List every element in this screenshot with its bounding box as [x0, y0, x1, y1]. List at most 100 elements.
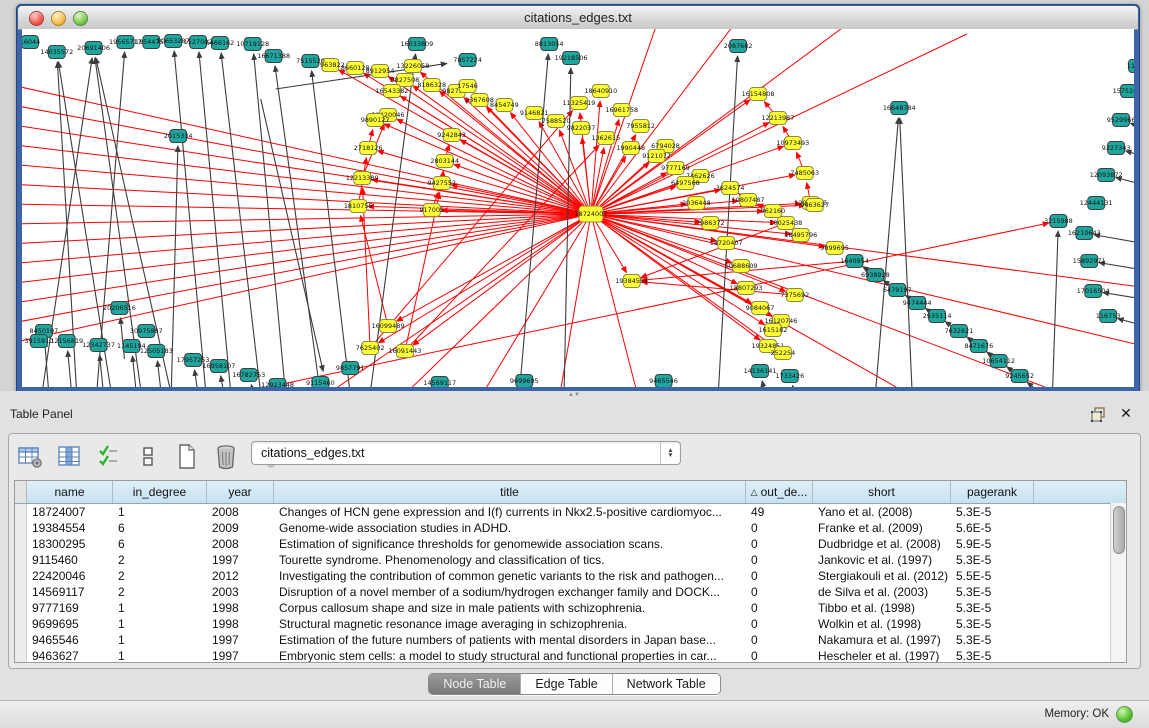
graph-node[interactable]: 12342737: [82, 339, 115, 352]
cell-out_de[interactable]: 0: [746, 616, 813, 632]
graph-node[interactable]: 9465546: [649, 375, 678, 388]
graph-node[interactable]: 14035572: [40, 46, 73, 59]
column-header-in_degree[interactable]: in_degree: [113, 481, 207, 503]
cell-out_de[interactable]: 0: [746, 632, 813, 648]
cell-name[interactable]: 9777169: [27, 600, 113, 616]
cell-name[interactable]: 18724007: [27, 504, 113, 520]
cell-year[interactable]: 2008: [207, 536, 274, 552]
cell-out_de[interactable]: 0: [746, 648, 813, 663]
cell-name[interactable]: 14569117: [27, 584, 113, 600]
graph-node[interactable]: 11325419: [563, 97, 596, 110]
graph-node[interactable]: 12213389: [346, 172, 379, 185]
combobox-stepper-icon[interactable]: ▲▼: [660, 442, 680, 464]
table-column-button[interactable]: [56, 444, 84, 470]
graph-node[interactable]: 17016504: [1077, 285, 1110, 298]
network-canvas[interactable]: 1872400779638228660128891295413226058982…: [22, 29, 1134, 387]
cell-pagerank[interactable]: 5.5E-5: [951, 568, 1034, 584]
cell-pagerank[interactable]: 5.3E-5: [951, 632, 1034, 648]
table-vertical-scrollbar[interactable]: [1110, 503, 1126, 662]
cell-year[interactable]: 1998: [207, 600, 274, 616]
close-panel-icon[interactable]: ✕: [1119, 406, 1133, 420]
cell-out_de[interactable]: 0: [746, 536, 813, 552]
cell-year[interactable]: 2008: [207, 504, 274, 520]
table-row[interactable]: 1830029562008Estimation of significance …: [15, 536, 1126, 552]
cell-pagerank[interactable]: 5.9E-5: [951, 536, 1034, 552]
graph-node[interactable]: 12444131: [1080, 197, 1113, 210]
cell-pagerank[interactable]: 5.3E-5: [951, 504, 1034, 520]
cell-in_degree[interactable]: 6: [113, 520, 207, 536]
table-row[interactable]: 1872400712008Changes of HCN gene express…: [15, 504, 1126, 520]
column-header-title[interactable]: title: [274, 481, 746, 503]
cell-short[interactable]: Jankovic et al. (1997): [813, 552, 951, 568]
tab-network-table[interactable]: Network Table: [612, 674, 720, 694]
graph-node[interactable]: 20691406: [77, 42, 110, 55]
cell-in_degree[interactable]: 6: [113, 536, 207, 552]
graph-node[interactable]: 8813054: [535, 38, 564, 51]
float-panel-icon[interactable]: [1091, 406, 1107, 422]
cell-in_degree[interactable]: 2: [113, 552, 207, 568]
graph-node[interactable]: 252254: [771, 347, 796, 360]
graph-node[interactable]: 12505183: [140, 345, 173, 358]
graph-node[interactable]: 9084067: [746, 302, 775, 315]
cell-out_de[interactable]: 49: [746, 504, 813, 520]
cell-title[interactable]: Investigating the contribution of common…: [274, 568, 746, 584]
graph-node[interactable]: 9699695: [510, 375, 539, 388]
table-row[interactable]: 911546021997Tourette syndrome. Phenomeno…: [15, 552, 1126, 568]
citation-graph[interactable]: 1872400779638228660128891295413226058982…: [22, 29, 1134, 387]
cell-title[interactable]: Estimation of the future numbers of pati…: [274, 632, 746, 648]
tab-edge-table[interactable]: Edge Table: [520, 674, 611, 694]
cell-short[interactable]: de Silva et al. (2003): [813, 584, 951, 600]
graph-node[interactable]: 12093872: [1090, 169, 1123, 182]
graph-node[interactable]: 2087682: [724, 40, 753, 53]
select-rows-button[interactable]: [95, 444, 123, 470]
network-window-titlebar[interactable]: citations_edges.txt: [18, 6, 1138, 30]
graph-node[interactable]: 9227343: [1102, 142, 1131, 155]
delete-button[interactable]: [212, 444, 240, 470]
table-row[interactable]: 1938455462009Genome-wide association stu…: [15, 520, 1126, 536]
cell-short[interactable]: Franke et al. (2009): [813, 520, 951, 536]
cell-name[interactable]: 18300295: [27, 536, 113, 552]
table-row[interactable]: 2242004622012Investigating the contribut…: [15, 568, 1126, 584]
cell-out_de[interactable]: 0: [746, 552, 813, 568]
new-document-button[interactable]: [173, 444, 201, 470]
cell-name[interactable]: 9115460: [27, 552, 113, 568]
graph-node[interactable]: 1990448: [616, 142, 645, 155]
graph-node[interactable]: 9899695: [820, 242, 849, 255]
graph-node[interactable]: 7955812: [626, 120, 655, 133]
cell-name[interactable]: 22420046: [27, 568, 113, 584]
cell-short[interactable]: Wolkin et al. (1998): [813, 616, 951, 632]
cell-year[interactable]: 1997: [207, 632, 274, 648]
column-header-name[interactable]: name: [27, 481, 113, 503]
cell-pagerank[interactable]: 5.3E-5: [951, 584, 1034, 600]
cell-short[interactable]: Tibbo et al. (1998): [813, 600, 951, 616]
cell-pagerank[interactable]: 5.3E-5: [951, 600, 1034, 616]
scrollbar-thumb[interactable]: [1113, 506, 1125, 554]
graph-node[interactable]: 9822037: [567, 122, 596, 135]
graph-node[interactable]: 2718126: [354, 142, 383, 155]
cell-in_degree[interactable]: 1: [113, 616, 207, 632]
cell-out_de[interactable]: 0: [746, 520, 813, 536]
cell-pagerank[interactable]: 5.3E-5: [951, 648, 1034, 663]
cell-title[interactable]: Embryonic stem cells: a model to study s…: [274, 648, 746, 663]
graph-node[interactable]: 3215988: [1044, 215, 1073, 228]
graph-node[interactable]: 20206516: [103, 302, 136, 315]
table-settings-button[interactable]: [17, 444, 45, 470]
graph-node[interactable]: 7625402: [356, 342, 385, 355]
graph-node[interactable]: 12213987: [761, 112, 794, 125]
graph-node[interactable]: 9242843: [437, 129, 466, 142]
cell-year[interactable]: 2003: [207, 584, 274, 600]
cell-short[interactable]: Hescheler et al. (1997): [813, 648, 951, 663]
graph-node[interactable]: 1615182: [759, 324, 788, 337]
graph-node[interactable]: 16543382: [376, 85, 409, 98]
graph-node[interactable]: 11178: [1127, 60, 1134, 73]
cell-title[interactable]: Tourette syndrome. Phenomenology and cla…: [274, 552, 746, 568]
graph-node[interactable]: 9245652: [1005, 370, 1034, 383]
graph-node[interactable]: 8454749: [490, 99, 519, 112]
graph-node[interactable]: 7485063: [790, 167, 819, 180]
graph-node[interactable]: 2935114: [923, 310, 952, 323]
graph-node[interactable]: 1733426: [775, 370, 804, 383]
cell-pagerank[interactable]: 5.6E-5: [951, 520, 1034, 536]
graph-node[interactable]: 9474444: [903, 297, 932, 310]
rows-button[interactable]: [134, 444, 162, 470]
graph-node[interactable]: 15892971: [1073, 255, 1106, 268]
